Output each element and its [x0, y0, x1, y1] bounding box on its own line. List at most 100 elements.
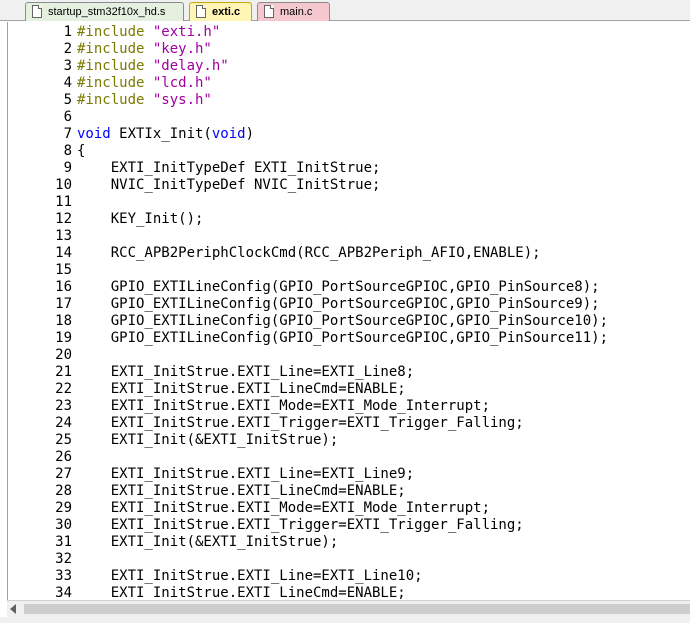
tab-startup-file[interactable]: startup_stm32f10x_hd.s [25, 2, 184, 21]
code-line[interactable]: 1 #include "exti.h" [8, 24, 690, 41]
code-token: EXTI_InitStrue.EXTI_Trigger=EXTI_Trigger… [77, 517, 524, 533]
code-line[interactable]: 17 GPIO_EXTILineConfig(GPIO_PortSourceGP… [8, 296, 690, 313]
tab-label: exti.c [212, 6, 241, 18]
code-text: void EXTIx_Init(void) [77, 126, 254, 143]
code-token: GPIO_EXTILineConfig(GPIO_PortSourceGPIOC… [77, 313, 609, 329]
code-text: EXTI_InitStrue.EXTI_Trigger=EXTI_Trigger… [77, 415, 524, 432]
code-line[interactable]: 30 EXTI_InitStrue.EXTI_Trigger=EXTI_Trig… [8, 517, 690, 534]
code-line[interactable]: 32 [8, 551, 690, 568]
scrollbar-thumb[interactable] [24, 604, 690, 614]
preprocessor-token: #include [77, 24, 153, 40]
code-text: EXTI_InitStrue.EXTI_Trigger=EXTI_Trigger… [77, 517, 524, 534]
code-token: EXTI_InitStrue.EXTI_LineCmd=ENABLE; [77, 585, 406, 601]
code-token: EXTI_InitStrue.EXTI_Mode=EXTI_Mode_Inter… [77, 500, 491, 516]
line-number: 8 [63, 143, 72, 159]
code-line[interactable]: 33 EXTI_InitStrue.EXTI_Line=EXTI_Line10; [8, 568, 690, 585]
code-text: #include "lcd.h" [77, 75, 212, 92]
code-line[interactable]: 22 EXTI_InitStrue.EXTI_LineCmd=ENABLE; [8, 381, 690, 398]
code-text: EXTI_InitStrue.EXTI_Line=EXTI_Line8; [77, 364, 414, 381]
code-line[interactable]: 23 EXTI_InitStrue.EXTI_Mode=EXTI_Mode_In… [8, 398, 690, 415]
line-number: 24 [55, 415, 72, 431]
code-token: GPIO_EXTILineConfig(GPIO_PortSourceGPIOC… [77, 296, 600, 312]
code-line[interactable]: 10 NVIC_InitTypeDef NVIC_InitStrue; [8, 177, 690, 194]
code-line[interactable]: 19 GPIO_EXTILineConfig(GPIO_PortSourceGP… [8, 330, 690, 347]
code-line[interactable]: 28 EXTI_InitStrue.EXTI_LineCmd=ENABLE; [8, 483, 690, 500]
code-line[interactable]: 8{ [8, 143, 690, 160]
code-line[interactable]: 24 EXTI_InitStrue.EXTI_Trigger=EXTI_Trig… [8, 415, 690, 432]
line-number: 7 [63, 126, 72, 142]
code-text: NVIC_InitTypeDef NVIC_InitStrue; [77, 177, 381, 194]
string-token: "delay.h" [152, 58, 229, 74]
tab-main-c[interactable]: main.c [257, 2, 330, 21]
code-line[interactable]: 6 [8, 109, 690, 126]
code-line[interactable]: 11 [8, 194, 690, 211]
code-token: GPIO_EXTILineConfig(GPIO_PortSourceGPIOC… [77, 330, 609, 346]
line-number: 22 [55, 381, 72, 397]
code-line[interactable]: 18 GPIO_EXTILineConfig(GPIO_PortSourceGP… [8, 313, 690, 330]
code-line[interactable]: 13 [8, 228, 690, 245]
code-token: EXTI_InitStrue.EXTI_Line=EXTI_Line8; [77, 364, 415, 380]
code-text: EXTI_InitStrue.EXTI_Mode=EXTI_Mode_Inter… [77, 398, 490, 415]
code-line[interactable]: 9 EXTI_InitTypeDef EXTI_InitStrue; [8, 160, 690, 177]
line-number: 14 [55, 245, 72, 261]
line-number: 29 [55, 500, 72, 516]
string-token: "lcd.h" [152, 75, 212, 91]
scroll-left-arrow-icon[interactable] [10, 604, 16, 614]
preprocessor-token: #include [77, 92, 153, 108]
code-editor[interactable]: 1 #include "exti.h" 2 #include "key.h" 3 #inc… [7, 22, 690, 601]
code-line[interactable]: 26 [8, 449, 690, 466]
code-text: #include "key.h" [77, 41, 212, 58]
code-token: { [77, 143, 86, 159]
line-number: 10 [55, 177, 72, 193]
line-number: 32 [55, 551, 72, 567]
code-text: #include "exti.h" [77, 24, 220, 41]
line-number: 33 [55, 568, 72, 584]
line-number: 6 [63, 109, 72, 125]
code-token: EXTI_InitStrue.EXTI_LineCmd=ENABLE; [77, 381, 406, 397]
line-number: 19 [55, 330, 72, 346]
code-token: EXTI_Init(&EXTI_InitStrue); [77, 432, 339, 448]
line-number: 21 [55, 364, 72, 380]
preprocessor-token: #include [77, 75, 153, 91]
code-token: EXTI_InitTypeDef EXTI_InitStrue; [77, 160, 381, 176]
file-icon [264, 5, 274, 18]
code-token: GPIO_EXTILineConfig(GPIO_PortSourceGPIOC… [77, 279, 600, 295]
code-line[interactable]: 16 GPIO_EXTILineConfig(GPIO_PortSourceGP… [8, 279, 690, 296]
file-tab-bar: startup_stm32f10x_hd.s exti.c main.c [0, 0, 690, 21]
line-number: 2 [63, 41, 72, 57]
code-line[interactable]: 3 #include "delay.h" [8, 58, 690, 75]
code-line[interactable]: 25 EXTI_Init(&EXTI_InitStrue); [8, 432, 690, 449]
string-token: "key.h" [152, 41, 212, 57]
code-line[interactable]: 29 EXTI_InitStrue.EXTI_Mode=EXTI_Mode_In… [8, 500, 690, 517]
line-number: 12 [55, 211, 72, 227]
horizontal-scrollbar[interactable] [7, 600, 690, 617]
preprocessor-token: #include [77, 58, 153, 74]
line-number: 9 [63, 160, 72, 176]
tab-label: main.c [280, 6, 313, 18]
line-number: 15 [55, 262, 72, 278]
code-line[interactable]: 14 RCC_APB2PeriphClockCmd(RCC_APB2Periph… [8, 245, 690, 262]
code-line[interactable]: 31 EXTI_Init(&EXTI_InitStrue); [8, 534, 690, 551]
code-line[interactable]: 5 #include "sys.h" [8, 92, 690, 109]
code-token: EXTI_InitStrue.EXTI_LineCmd=ENABLE; [77, 483, 406, 499]
line-number: 25 [55, 432, 72, 448]
code-token: EXTI_Init(&EXTI_InitStrue); [77, 534, 339, 550]
code-line[interactable]: 7 void EXTIx_Init(void) [8, 126, 690, 143]
code-text: EXTI_InitStrue.EXTI_Line=EXTI_Line9; [77, 466, 414, 483]
code-line[interactable]: 15 [8, 262, 690, 279]
code-text: RCC_APB2PeriphClockCmd(RCC_APB2Periph_AF… [77, 245, 541, 262]
code-token: KEY_Init(); [77, 211, 204, 227]
tab-exti-c[interactable]: exti.c [189, 2, 252, 21]
code-line[interactable]: 21 EXTI_InitStrue.EXTI_Line=EXTI_Line8; [8, 364, 690, 381]
code-token: EXTI_InitStrue.EXTI_Trigger=EXTI_Trigger… [77, 415, 524, 431]
keyword-token: void [211, 126, 246, 142]
code-line[interactable]: 4 #include "lcd.h" [8, 75, 690, 92]
code-text: { [77, 143, 85, 160]
code-text: EXTI_InitStrue.EXTI_Mode=EXTI_Mode_Inter… [77, 500, 490, 517]
code-token: EXTIx_Init( [110, 126, 212, 142]
code-line[interactable]: 2 #include "key.h" [8, 41, 690, 58]
code-line[interactable]: 20 [8, 347, 690, 364]
code-line[interactable]: 27 EXTI_InitStrue.EXTI_Line=EXTI_Line9; [8, 466, 690, 483]
tab-label: startup_stm32f10x_hd.s [48, 6, 166, 18]
code-line[interactable]: 12 KEY_Init(); [8, 211, 690, 228]
